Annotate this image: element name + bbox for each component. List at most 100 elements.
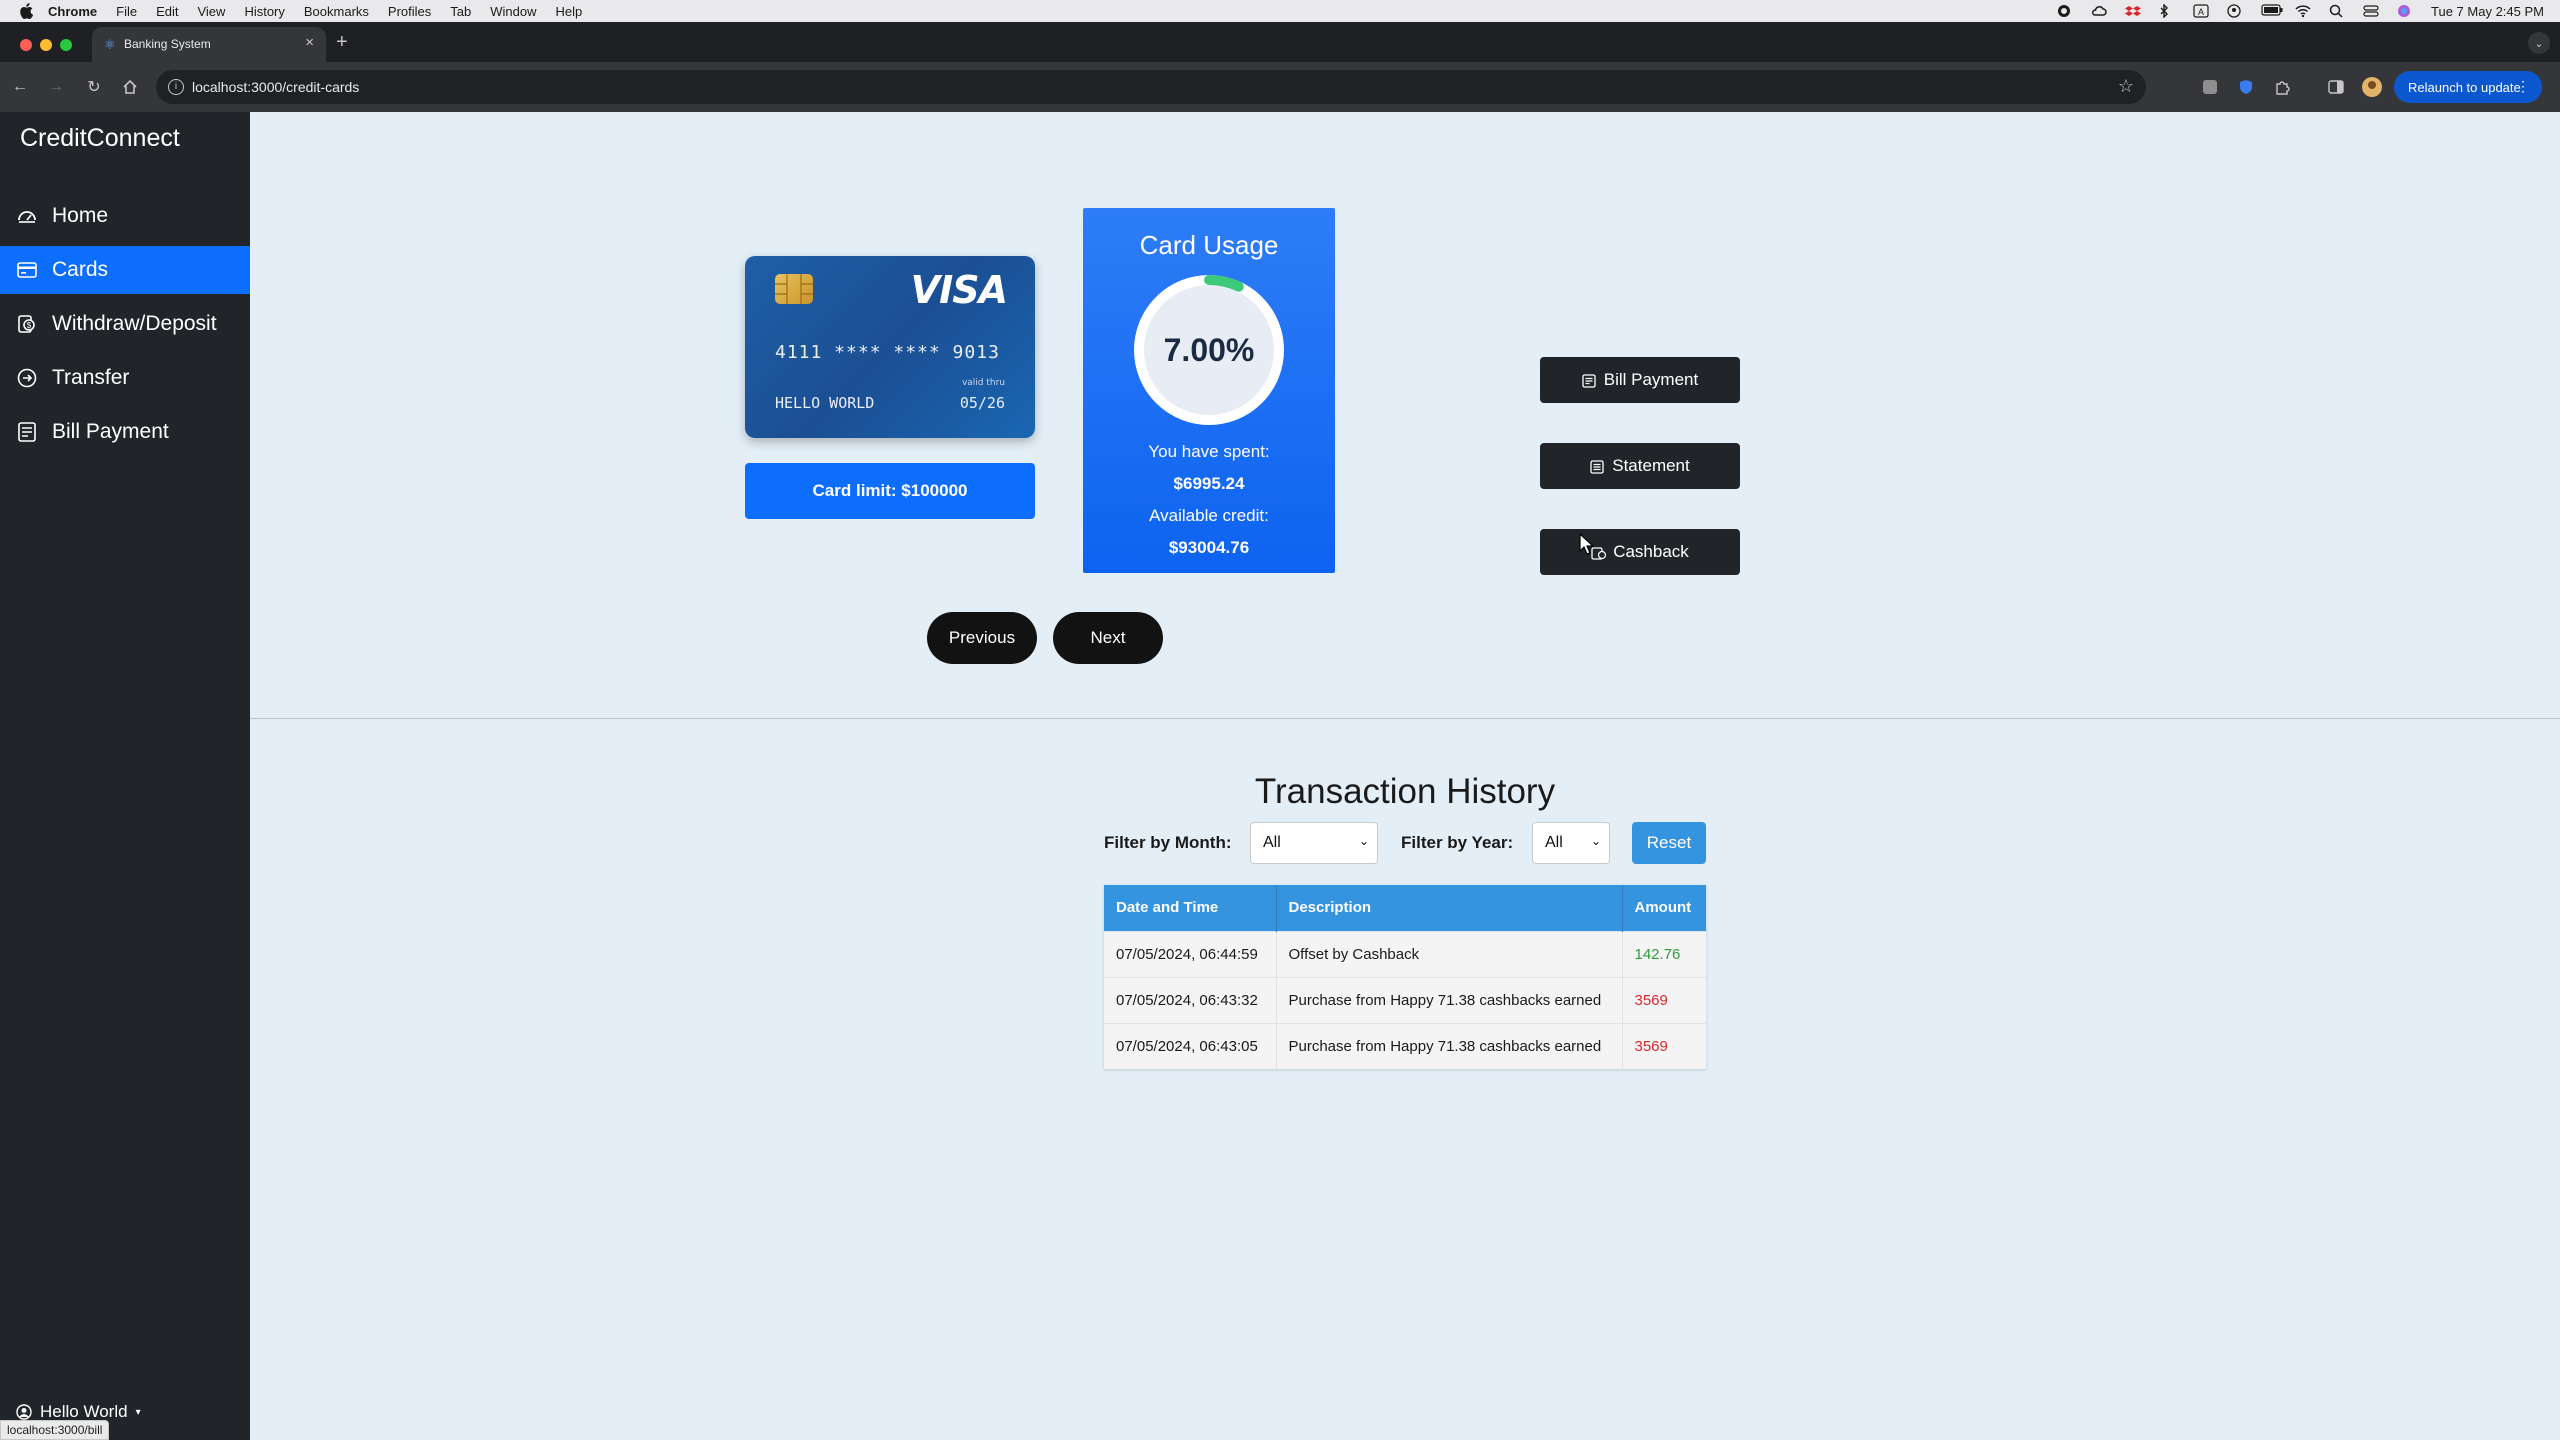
sidebar-item-withdraw-deposit[interactable]: $ Withdraw/Deposit: [0, 300, 250, 348]
table-row: 07/05/2024, 06:43:05 Purchase from Happy…: [1104, 1022, 1706, 1069]
profile-avatar[interactable]: [2362, 77, 2382, 97]
sidebar-item-home[interactable]: Home: [0, 192, 250, 240]
column-header-amount: Amount: [1622, 885, 1706, 931]
menu-profiles[interactable]: Profiles: [388, 4, 431, 19]
bill-payment-label: Bill Payment: [1603, 370, 1699, 389]
dashboard-icon: [16, 205, 38, 227]
user-circle-icon[interactable]: [2227, 4, 2243, 18]
brand-title[interactable]: CreditConnect: [20, 124, 180, 153]
transaction-amount: 3569: [1622, 1022, 1706, 1069]
card-limit-button[interactable]: Card limit: $100000: [745, 463, 1035, 519]
sidebar-item-label: Cards: [52, 258, 109, 281]
home-icon[interactable]: [120, 77, 140, 97]
user-name: Hello World: [40, 1402, 128, 1421]
transaction-amount: 142.76: [1622, 930, 1706, 977]
record-icon[interactable]: [2057, 4, 2073, 18]
statement-label: Statement: [1612, 456, 1690, 475]
extensions-puzzle-icon[interactable]: [2272, 77, 2292, 97]
previous-card-button[interactable]: Previous: [927, 612, 1037, 664]
spent-value: $6995.24: [1173, 474, 1245, 493]
filter-month-value: All: [1263, 834, 1281, 851]
battery-icon[interactable]: [2261, 4, 2283, 18]
caret-down-icon: ▾: [135, 1406, 141, 1418]
spotlight-search-icon[interactable]: [2329, 4, 2345, 18]
menu-edit[interactable]: Edit: [156, 4, 178, 19]
receipt-icon: [16, 421, 38, 443]
menu-window[interactable]: Window: [490, 4, 536, 19]
statement-button[interactable]: Statement: [1540, 443, 1740, 489]
side-panel-icon[interactable]: [2326, 77, 2346, 97]
menu-history[interactable]: History: [244, 4, 284, 19]
transaction-description: Purchase from Happy 71.38 cashbacks earn…: [1276, 1022, 1623, 1069]
filter-year-select[interactable]: All ⌄: [1532, 822, 1610, 864]
arrow-right-circle-icon: [16, 367, 38, 389]
reset-filter-button[interactable]: Reset: [1632, 822, 1706, 864]
transaction-date: 07/05/2024, 06:44:59: [1104, 930, 1277, 977]
svg-text:A: A: [2198, 7, 2204, 17]
cashback-button[interactable]: Cashback: [1540, 529, 1740, 575]
transaction-description: Offset by Cashback: [1276, 930, 1623, 977]
sidebar-item-label: Transfer: [52, 366, 130, 389]
table-header-row: Date and Time Description Amount: [1104, 885, 1706, 931]
menu-bookmarks[interactable]: Bookmarks: [304, 4, 369, 19]
control-center-icon[interactable]: [2363, 4, 2379, 18]
user-circle-icon: [16, 1404, 32, 1420]
extension-shield-icon[interactable]: [2236, 77, 2256, 97]
menu-file[interactable]: File: [116, 4, 137, 19]
tab-title: Banking System: [124, 37, 211, 51]
bluetooth-icon[interactable]: [2159, 3, 2175, 19]
browser-tab[interactable]: ⚛ Banking System ×: [92, 27, 326, 62]
dropbox-icon[interactable]: [2125, 4, 2142, 18]
sidebar-item-bill-payment[interactable]: Bill Payment: [0, 408, 250, 456]
sidebar-item-label: Home: [52, 204, 109, 227]
available-credit-value: $93004.76: [1168, 538, 1250, 557]
cloud-icon[interactable]: [2091, 4, 2107, 18]
tab-close-icon[interactable]: ×: [305, 34, 314, 51]
next-card-button[interactable]: Next: [1053, 612, 1163, 664]
card-holder-name: HELLO WORLD: [775, 394, 875, 412]
user-menu[interactable]: Hello World ▾: [16, 1402, 141, 1422]
card-chip-icon: [775, 274, 813, 304]
window-close-button[interactable]: [20, 39, 32, 51]
document-icon: [1590, 459, 1604, 474]
status-bar-url: localhost:3000/bill: [0, 1420, 110, 1440]
input-source-icon[interactable]: A: [2193, 4, 2209, 18]
card-expiry: 05/26: [959, 394, 1005, 412]
new-tab-button[interactable]: +: [336, 31, 348, 54]
more-vert-icon[interactable]: ⋮: [2516, 78, 2530, 95]
usage-percentage: 7.00%: [1163, 331, 1255, 368]
apple-icon[interactable]: [18, 3, 34, 19]
extension-translate-icon[interactable]: [2200, 77, 2220, 97]
transaction-history-title: Transaction History: [1254, 772, 1556, 811]
wifi-icon[interactable]: [2295, 4, 2311, 18]
forward-arrow-icon[interactable]: →: [46, 77, 66, 97]
cashback-label: Cashback: [1613, 542, 1689, 561]
reload-icon[interactable]: ↻: [84, 77, 104, 97]
transaction-description: Purchase from Happy 71.38 cashbacks earn…: [1276, 976, 1623, 1023]
siri-icon[interactable]: [2397, 4, 2413, 18]
menu-app-name[interactable]: Chrome: [48, 4, 97, 19]
macos-menubar: Chrome File Edit View History Bookmarks …: [0, 0, 2560, 22]
address-url[interactable]: localhost:3000/credit-cards: [192, 79, 359, 95]
window-zoom-button[interactable]: [60, 39, 72, 51]
react-favicon-icon: ⚛: [104, 37, 116, 52]
menubar-clock[interactable]: Tue 7 May 2:45 PM: [2431, 4, 2544, 19]
bill-payment-button[interactable]: Bill Payment: [1540, 357, 1740, 403]
back-arrow-icon[interactable]: ←: [10, 77, 30, 97]
menu-view[interactable]: View: [197, 4, 225, 19]
svg-text:$: $: [27, 321, 32, 330]
site-info-icon[interactable]: i: [168, 79, 184, 95]
window-minimize-button[interactable]: [40, 39, 52, 51]
sidebar-item-cards[interactable]: Cards: [0, 246, 250, 294]
sidebar-item-transfer[interactable]: Transfer: [0, 354, 250, 402]
relaunch-to-update-button[interactable]: Relaunch to update ⋮: [2394, 71, 2542, 103]
credit-card-visual[interactable]: VISA 4111 **** **** 9013 valid thru HELL…: [745, 256, 1035, 438]
menu-tab[interactable]: Tab: [450, 4, 471, 19]
menu-help[interactable]: Help: [556, 4, 583, 19]
tab-search-chevron-icon[interactable]: ⌄: [2528, 32, 2550, 54]
filter-month-select[interactable]: All ⌄: [1250, 822, 1378, 864]
filter-year-value: All: [1545, 834, 1563, 851]
browser-toolbar: ← → ↻ i localhost:3000/credit-cards ☆ Re…: [0, 62, 2560, 112]
bookmark-star-icon[interactable]: ☆: [2118, 76, 2134, 97]
address-bar[interactable]: i localhost:3000/credit-cards ☆: [156, 70, 2146, 104]
